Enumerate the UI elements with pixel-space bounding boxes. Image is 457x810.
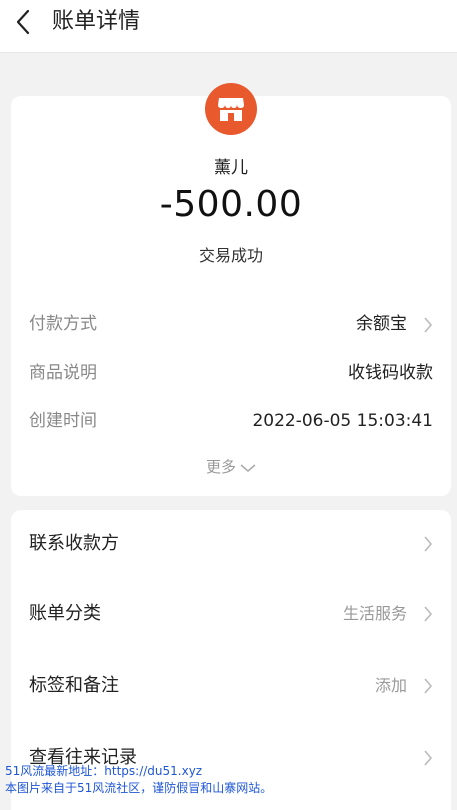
bill-summary-card: 薰儿 -500.00 交易成功 付款方式 余额宝 商品说明 收钱码收款 创建时间… [11,83,451,496]
created-time-label: 创建时间 [29,411,97,431]
top-bar: 账单详情 [0,0,457,53]
transaction-status: 交易成功 [198,246,263,265]
watermark-line-1: 51风流最新地址：https://du51.xyz [5,764,203,778]
chevron-down-icon [240,463,256,472]
shop-icon [205,83,257,135]
payee-name: 薰儿 [214,158,248,178]
contact-payee-label: 联系收款方 [29,533,119,554]
payment-method-label: 付款方式 [29,314,97,334]
more-label: 更多 [205,458,236,476]
bill-category-label: 账单分类 [29,603,101,624]
contact-payee-row[interactable]: 联系收款方 [29,528,433,560]
watermark-text: 51风流最新地址：https://du51.xyz 本图片来自于51风流社区，谨… [5,763,272,797]
tags-notes-value: 添加 [374,676,407,695]
tags-notes-label: 标签和备注 [29,675,119,696]
chevron-right-icon [424,606,433,622]
payment-method-value: 余额宝 [356,314,407,334]
page-title: 账单详情 [52,9,141,34]
product-description-value: 收钱码收款 [348,363,433,383]
chevron-right-icon [424,317,433,333]
chevron-right-icon [424,750,433,766]
bill-category-row[interactable]: 账单分类 生活服务 [29,598,433,630]
payment-method-row[interactable]: 付款方式 余额宝 [29,310,433,338]
watermark-line-2: 本图片来自于51风流社区，谨防假冒和山寨网站。 [5,781,273,795]
chevron-right-icon [424,536,433,552]
created-time-value: 2022-06-05 15:03:41 [252,411,433,431]
product-description-row: 商品说明 收钱码收款 [29,359,433,387]
created-time-row: 创建时间 2022-06-05 15:03:41 [29,407,433,435]
back-arrow-icon[interactable] [12,8,36,36]
tags-notes-row[interactable]: 标签和备注 添加 [29,670,433,702]
more-toggle[interactable]: 更多 [11,456,451,477]
product-description-label: 商品说明 [29,363,97,383]
bill-amount: -500.00 [159,184,303,225]
bill-category-value: 生活服务 [342,604,407,623]
chevron-right-icon [424,678,433,694]
